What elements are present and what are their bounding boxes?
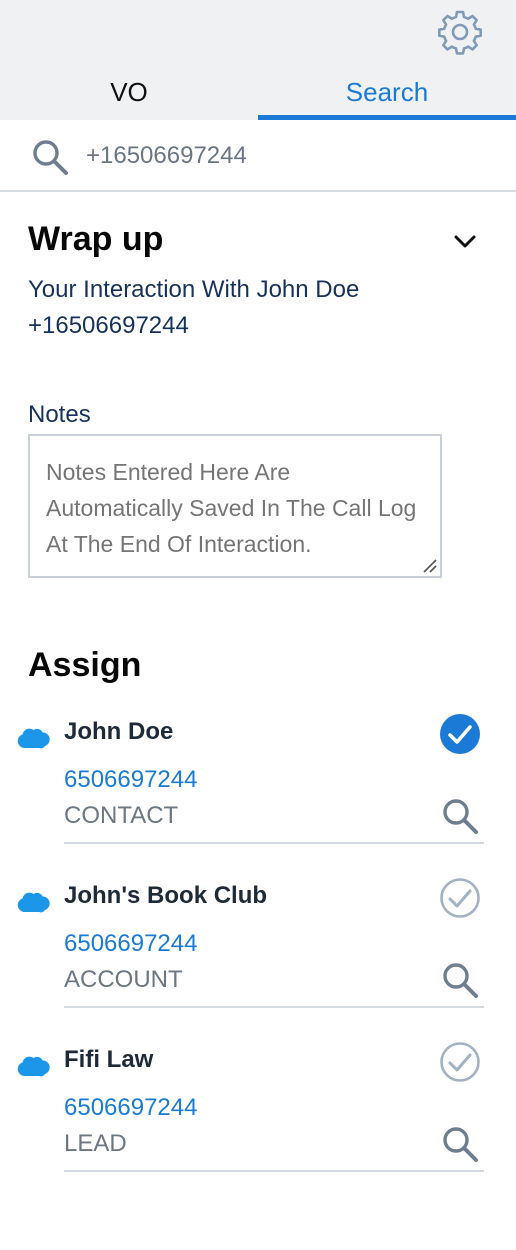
- interaction-summary: Your Interaction With John Doe +16506697…: [28, 272, 359, 344]
- record-name[interactable]: John Doe: [64, 718, 173, 746]
- record-item: John Doe 6506697244 CONTACT: [0, 714, 516, 856]
- record-phone-link[interactable]: 6506697244: [64, 1094, 197, 1122]
- search-input[interactable]: [86, 134, 496, 178]
- top-bar: VO Search: [0, 0, 516, 120]
- tab-vo[interactable]: VO: [0, 68, 258, 120]
- record-name[interactable]: John's Book Club: [64, 882, 267, 910]
- check-circle-icon[interactable]: [438, 876, 482, 920]
- record-phone-link[interactable]: 6506697244: [64, 930, 197, 958]
- record-phone-link[interactable]: 6506697244: [64, 766, 197, 794]
- assign-title: Assign: [28, 646, 142, 684]
- tab-search[interactable]: Search: [258, 68, 516, 120]
- wrap-up-title: Wrap up: [28, 220, 164, 258]
- record-type: ACCOUNT: [64, 966, 183, 993]
- record-name[interactable]: Fifi Law: [64, 1046, 153, 1074]
- check-circle-selected-icon[interactable]: [438, 712, 482, 756]
- record-search-icon[interactable]: [440, 1124, 480, 1164]
- salesforce-cloud-icon: [17, 728, 50, 749]
- record-divider: [64, 1006, 484, 1008]
- record-type: LEAD: [64, 1130, 127, 1157]
- resize-handle-icon[interactable]: [420, 556, 438, 574]
- notes-textarea[interactable]: [28, 434, 442, 578]
- notes-label: Notes: [28, 401, 91, 428]
- record-divider: [64, 1170, 484, 1172]
- gear-icon[interactable]: [436, 8, 484, 56]
- record-item: John's Book Club 6506697244 ACCOUNT: [0, 878, 516, 1020]
- record-item: Fifi Law 6506697244 LEAD: [0, 1042, 516, 1184]
- chevron-down-icon[interactable]: [452, 232, 478, 252]
- search-icon[interactable]: [30, 137, 70, 177]
- record-divider: [64, 842, 484, 844]
- interaction-phone: +16506697244: [28, 312, 189, 339]
- search-bar: [0, 120, 516, 192]
- tab-bar: VO Search: [0, 68, 516, 120]
- salesforce-cloud-icon: [17, 1056, 50, 1077]
- interaction-contact: Your Interaction With John Doe: [28, 276, 360, 303]
- record-search-icon[interactable]: [440, 960, 480, 1000]
- record-search-icon[interactable]: [440, 796, 480, 836]
- record-type: CONTACT: [64, 802, 179, 829]
- check-circle-icon[interactable]: [438, 1040, 482, 1084]
- salesforce-cloud-icon: [17, 892, 50, 913]
